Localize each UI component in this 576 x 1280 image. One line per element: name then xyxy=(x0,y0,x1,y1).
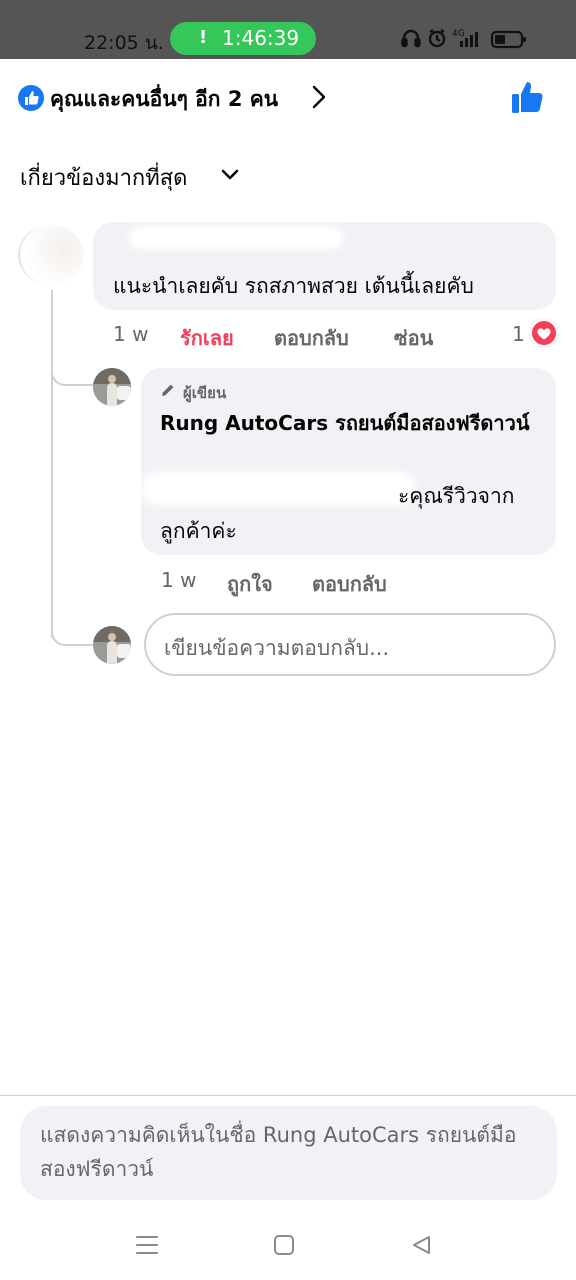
timer-pill[interactable]: ! 1:46:39 xyxy=(170,22,316,55)
reply-input[interactable]: เขียนข้อความตอบกลับ... xyxy=(144,613,556,676)
headphones-icon xyxy=(401,29,421,48)
timer-text: 1:46:39 xyxy=(222,26,300,50)
alarm-icon xyxy=(428,29,446,48)
hide-button[interactable]: ซ่อน xyxy=(394,322,433,354)
author-avatar[interactable] xyxy=(93,368,131,406)
status-bar: 22:05 น. ! 1:46:39 4G xyxy=(0,0,576,59)
comment-time: 1 w xyxy=(113,322,149,346)
thumbs-up-icon[interactable] xyxy=(510,79,546,115)
comment-text: แนะนำเลยคับ รถสภาพสวย เต้นนี้เลยคับ xyxy=(113,274,474,298)
home-square-icon[interactable] xyxy=(273,1234,295,1256)
redacted-reply-text xyxy=(141,472,416,506)
status-icon-set: 4G xyxy=(401,29,526,49)
reply-text-line2: ลูกค้าค่ะ xyxy=(160,519,237,543)
input-connector xyxy=(51,600,93,646)
status-time: 22:05 น. xyxy=(84,32,164,54)
reply-input-placeholder: เขียนข้อความตอบกลับ... xyxy=(164,636,390,660)
reply-text-tail: ะคุณรีวิวจาก xyxy=(398,484,515,508)
comment-input[interactable]: แสดงความคิดเห็นในชื่อ Rung AutoCars รถยน… xyxy=(20,1106,557,1200)
back-triangle-icon[interactable] xyxy=(410,1234,432,1256)
reply-connector xyxy=(51,340,93,386)
my-avatar[interactable] xyxy=(93,626,131,664)
reactions-summary[interactable]: คุณและคนอื่นๆ อีก 2 คน xyxy=(50,83,278,116)
redacted-commenter-name xyxy=(129,226,343,250)
network-label: 4G xyxy=(452,29,465,39)
chevron-down-icon[interactable] xyxy=(221,168,239,182)
system-nav-bar xyxy=(0,1210,576,1280)
heart-icon xyxy=(530,319,558,347)
chevron-right-icon[interactable] xyxy=(310,84,328,110)
pencil-icon xyxy=(162,384,174,396)
comment-input-placeholder: แสดงความคิดเห็นในชื่อ Rung AutoCars รถยน… xyxy=(40,1123,517,1181)
reply-button[interactable]: ตอบกลับ xyxy=(274,322,349,354)
reply-to-reply-button[interactable]: ตอบกลับ xyxy=(312,568,387,600)
exclamation-icon: ! xyxy=(199,27,208,48)
commenter-avatar[interactable] xyxy=(18,225,84,285)
like-button[interactable]: ถูกใจ xyxy=(227,568,273,600)
divider xyxy=(0,1095,576,1096)
reply-author-name[interactable]: Rung AutoCars รถยนต์มือสองฟรีดาวน์ xyxy=(160,404,530,442)
sort-selector[interactable]: เกี่ยวข้องมากที่สุด xyxy=(20,160,187,195)
reply-time: 1 w xyxy=(161,568,197,592)
reaction-count[interactable]: 1 xyxy=(512,322,525,346)
love-react-button[interactable]: รักเลย xyxy=(180,322,234,354)
battery-icon xyxy=(490,30,526,49)
comment-actions: 1 w รักเลย ตอบกลับ ซ่อน xyxy=(113,322,453,350)
reply-actions: 1 w ถูกใจ ตอบกลับ xyxy=(161,568,461,596)
author-badge: ผู้เขียน xyxy=(183,384,227,402)
like-badge-icon xyxy=(18,85,44,111)
menu-icon[interactable] xyxy=(135,1234,159,1256)
status-icons: 4G xyxy=(400,27,540,55)
